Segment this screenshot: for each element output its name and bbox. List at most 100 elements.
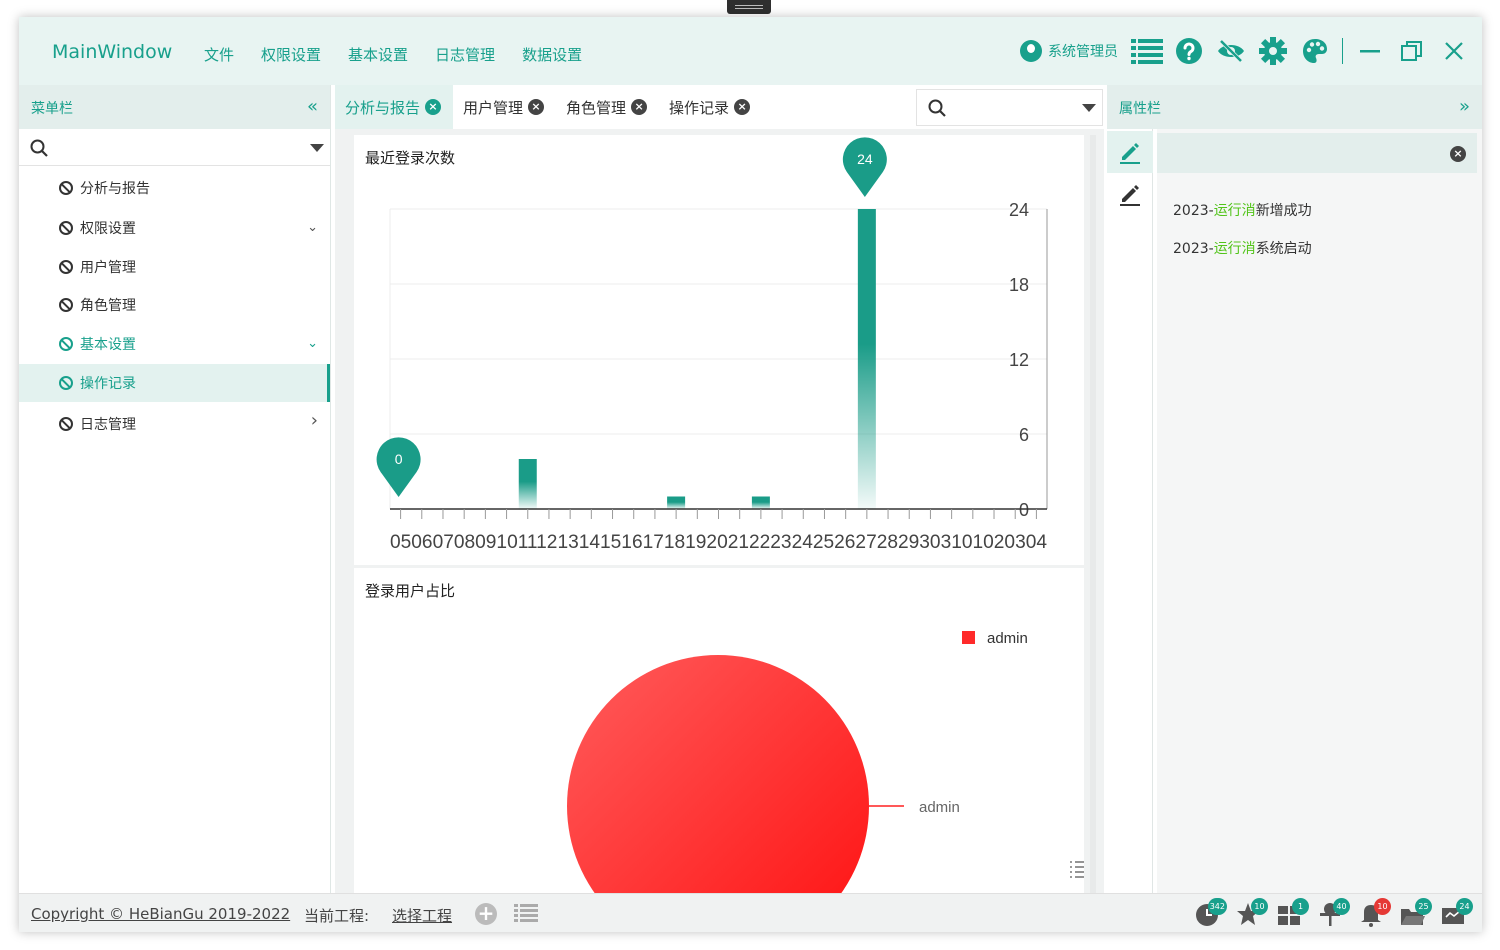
menu-log-management[interactable]: 日志管理 — [435, 44, 495, 65]
y-tick-label: 18 — [1009, 275, 1029, 295]
collapse-left-icon[interactable]: « — [307, 96, 318, 117]
edit-tool-active[interactable] — [1107, 131, 1153, 173]
tab-user-management[interactable]: 用户管理 × — [453, 85, 556, 129]
user-menu[interactable]: 系统管理员 — [1020, 40, 1118, 62]
login-count-bar-chart: 0 6 12 18 24 05060708091011121314151617181920… — [376, 137, 1048, 553]
log-highlight: 运行消 — [1213, 203, 1256, 219]
star-icon[interactable]: 10 — [1235, 897, 1268, 931]
bar — [667, 496, 686, 509]
select-project-link[interactable]: 选择工程 — [392, 905, 452, 926]
bar — [857, 209, 876, 509]
eye-hide-icon[interactable] — [1215, 35, 1247, 67]
pin-icon[interactable]: 40 — [1317, 897, 1350, 931]
tab-operation-records[interactable]: 操作记录 × — [659, 85, 762, 129]
sidebar-item-label: 权限设置 — [80, 221, 136, 237]
y-tick-label: 0 — [1019, 500, 1029, 520]
user-name: 系统管理员 — [1048, 44, 1118, 60]
dropdown-triangle-icon[interactable] — [1082, 104, 1096, 112]
tab-analysis-report[interactable]: 分析与报告 × — [335, 85, 454, 129]
current-project-label: 当前工程: — [304, 907, 370, 925]
sidebar-item-log-management[interactable]: 日志管理 › — [19, 402, 330, 446]
apps-icon[interactable]: 1 — [1276, 897, 1309, 931]
add-project-icon[interactable]: + — [475, 903, 497, 925]
y-tick-label: 12 — [1009, 350, 1029, 370]
notification-count-badge: 10 — [1251, 898, 1268, 915]
marker-label: 0 — [395, 451, 403, 467]
bell-icon[interactable]: 10 — [1358, 897, 1391, 931]
property-panel-title: 属性栏 — [1119, 101, 1161, 117]
tab-close-icon[interactable]: × — [631, 99, 648, 115]
log-date: 2023- — [1173, 203, 1214, 219]
ban-icon — [59, 260, 73, 274]
title-bar: MainWindow 文件 权限设置 基本设置 日志管理 数据设置 系统管理员 — [19, 17, 1482, 85]
menu-permissions[interactable]: 权限设置 — [261, 44, 321, 65]
sidebar-item-user-management[interactable]: 用户管理 — [19, 248, 330, 286]
pie-slice — [567, 655, 869, 898]
help-icon[interactable] — [1173, 35, 1205, 67]
pencil-icon — [1120, 143, 1140, 164]
sidebar-item-role-management[interactable]: 角色管理 — [19, 286, 330, 324]
tab-role-management[interactable]: 角色管理 × — [556, 85, 659, 129]
property-tool-strip — [1107, 129, 1153, 893]
legend-label: admin — [987, 630, 1028, 647]
search-icon — [30, 139, 48, 157]
tab-label: 操作记录 — [669, 98, 730, 117]
clear-input-icon[interactable]: × — [1450, 146, 1466, 162]
log-message: 系统启动 — [1255, 241, 1312, 257]
sidebar-item-label: 角色管理 — [80, 298, 136, 314]
main-menu: 文件 权限设置 基本设置 日志管理 数据设置 — [204, 44, 609, 65]
expand-right-icon[interactable]: » — [1459, 96, 1470, 117]
list-icon[interactable] — [1131, 35, 1163, 67]
tab-close-icon[interactable]: × — [425, 99, 442, 115]
dropdown-triangle-icon[interactable] — [310, 144, 324, 152]
content-scrollbar[interactable] — [1090, 135, 1096, 895]
tab-close-icon[interactable]: × — [528, 99, 545, 115]
tab-search-box[interactable] — [916, 89, 1103, 126]
sidebar-item-permissions[interactable]: 权限设置 ⌄ — [19, 208, 330, 248]
menu-file[interactable]: 文件 — [204, 44, 234, 65]
bar — [751, 496, 770, 509]
y-tick-label: 24 — [1009, 200, 1029, 220]
menu-basic-settings[interactable]: 基本设置 — [348, 44, 408, 65]
sidebar-item-basic-settings[interactable]: 基本设置 ⌄ — [19, 324, 330, 364]
menu-search-box[interactable] — [19, 129, 330, 166]
menu-sidebar-title: 菜单栏 — [31, 101, 73, 117]
close-window-icon[interactable] — [1438, 35, 1470, 67]
sidebar-item-operation-records[interactable]: 操作记录 — [19, 364, 330, 402]
settings-gear-icon[interactable] — [1257, 35, 1289, 67]
notification-count-badge: 24 — [1456, 898, 1473, 915]
login-user-ratio-card: 登录用户占比 admin admin — [354, 568, 1084, 898]
chart-menu-icon[interactable] — [1070, 860, 1084, 878]
y-tick-label: 6 — [1019, 425, 1029, 445]
chevron-down-icon: ⌄ — [307, 220, 318, 235]
log-message: 新增成功 — [1255, 203, 1312, 219]
property-panel: 属性栏 » × 2023-运行消新增成功 2023-运行消系统启动 — [1107, 85, 1482, 893]
notification-count-badge: 40 — [1333, 898, 1350, 915]
minimize-icon[interactable] — [1354, 35, 1386, 67]
property-filter-input[interactable]: × — [1157, 133, 1477, 173]
window-drag-handle[interactable] — [727, 0, 771, 14]
message-icon[interactable]: 24 — [1440, 897, 1473, 931]
pencil-icon — [1120, 185, 1140, 206]
theme-palette-icon[interactable] — [1299, 35, 1331, 67]
tab-close-icon[interactable]: × — [734, 99, 751, 115]
notification-count-badge: 342 — [1207, 898, 1227, 915]
app-title: MainWindow — [52, 41, 173, 63]
login-user-pie-chart: admin admin — [567, 630, 1028, 898]
clock-icon[interactable]: 342 — [1194, 897, 1227, 931]
tab-label: 角色管理 — [566, 98, 627, 117]
ban-icon — [59, 221, 73, 235]
menu-data-settings[interactable]: 数据设置 — [522, 44, 582, 65]
folder-icon[interactable]: 25 — [1399, 897, 1432, 931]
property-content: × 2023-运行消新增成功 2023-运行消系统启动 — [1157, 129, 1482, 893]
edit-tool[interactable] — [1107, 173, 1153, 215]
ban-icon — [59, 417, 73, 431]
project-list-icon[interactable] — [514, 903, 538, 923]
sidebar-item-analysis-report[interactable]: 分析与报告 — [19, 168, 330, 208]
marker-pin — [842, 137, 887, 197]
login-count-card: 最近登录次数 0 6 12 18 24 0506070809101112131415161… — [354, 135, 1084, 565]
copyright-link[interactable]: Copyright © HeBianGu 2019-2022 — [31, 905, 290, 923]
menu-sidebar: 菜单栏 « 分析与报告 权限设置 ⌄ 用户管理 角色管理 基本设置 ⌄ 操作记录… — [19, 85, 331, 893]
ban-icon — [59, 337, 73, 351]
restore-icon[interactable] — [1396, 35, 1428, 67]
